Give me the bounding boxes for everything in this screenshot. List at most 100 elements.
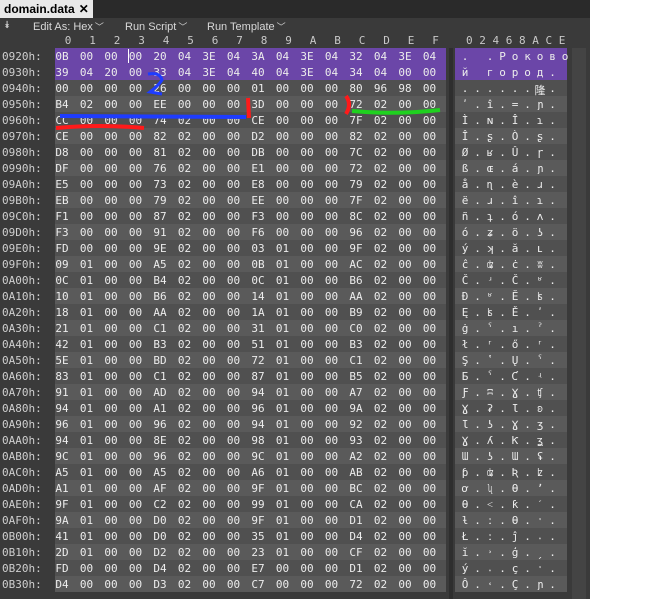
ascii-char[interactable]: . [472, 354, 484, 367]
ascii-char[interactable]: . [484, 50, 496, 63]
hex-byte[interactable]: 00 [298, 450, 316, 463]
hex-byte[interactable]: 00 [225, 322, 243, 335]
hex-byte[interactable]: 00 [274, 162, 292, 175]
ascii-char[interactable]: î [509, 194, 521, 207]
ascii-char[interactable]: ċ [509, 258, 521, 271]
ascii-char[interactable]: . [547, 546, 559, 559]
hex-byte[interactable]: C1 [151, 370, 169, 383]
ascii-char[interactable]: . [522, 98, 534, 111]
hex-byte[interactable]: 00 [200, 274, 218, 287]
ascii-char[interactable]: ʼ [534, 482, 546, 495]
ascii-char[interactable]: . [497, 418, 509, 431]
hex-bytes[interactable]: A1 01 00 00 AF 02 00 00 9F 01 00 00 BC 02 00 00 [55, 480, 446, 496]
ascii-char[interactable]: ˓ [484, 578, 496, 591]
hex-byte[interactable]: BD [151, 354, 169, 367]
ascii-char[interactable]: ʹ [534, 306, 546, 319]
ascii-char[interactable]: . [472, 418, 484, 431]
hex-byte[interactable]: 00 [102, 50, 120, 63]
hex-byte[interactable]: 02 [176, 482, 194, 495]
hex-byte[interactable]: 02 [372, 418, 390, 431]
ascii-char[interactable]: = [509, 98, 521, 111]
hex-byte[interactable]: 00 [225, 514, 243, 527]
run-template-menu[interactable]: Run Template ﹀ [207, 20, 286, 33]
ascii-char[interactable]: . [522, 530, 534, 543]
hex-byte[interactable]: 01 [274, 530, 292, 543]
ascii-char[interactable]: . [472, 498, 484, 511]
hex-byte[interactable]: 04 [176, 66, 194, 79]
hex-bytes[interactable]: F3 00 00 00 91 02 00 00 F6 00 00 00 96 02 00 00 [55, 224, 446, 240]
hex-byte[interactable]: 00 [396, 450, 414, 463]
hex-byte[interactable]: 01 [78, 546, 96, 559]
ascii-char[interactable]: . [497, 258, 509, 271]
hex-byte[interactable]: 00 [323, 338, 341, 351]
ascii-char[interactable]: Ɯ [459, 450, 471, 463]
hex-bytes[interactable]: 42 01 00 00 B3 02 00 00 51 01 00 00 B3 02 00 00 [55, 336, 446, 352]
pane-splitter[interactable] [449, 48, 453, 599]
hex-byte[interactable]: 02 [176, 210, 194, 223]
ascii-char[interactable]: к [522, 50, 534, 63]
hex-byte[interactable]: 00 [102, 386, 120, 399]
hex-byte[interactable]: A1 [53, 482, 71, 495]
ascii-char[interactable]: ł [459, 338, 471, 351]
hex-byte[interactable]: 02 [176, 562, 194, 575]
hex-byte[interactable]: 21 [53, 322, 71, 335]
hex-byte[interactable]: 01 [274, 402, 292, 415]
ascii-char[interactable]: ˁ [534, 354, 546, 367]
ascii-text[interactable]: Ş.ʽ.Ų.ˁ. [455, 352, 567, 368]
hex-byte[interactable]: 00 [53, 82, 71, 95]
hex-byte[interactable]: 2D [53, 546, 71, 559]
hex-row[interactable]: 0AE0h: 9F 01 00 00 C2 02 00 00 99 01 00 00 CA 02 00 00 Ɵ.… [0, 496, 590, 512]
hex-row[interactable]: 0A20h: 18 01 00 00 AA 02 00 00 1A 01 00 00 B9 02 00 00 Ę.… [0, 304, 590, 320]
ascii-char[interactable]: ʪ [534, 290, 546, 303]
hex-byte[interactable]: 00 [323, 498, 341, 511]
hex-byte[interactable]: 00 [127, 514, 145, 527]
hex-byte[interactable]: 00 [200, 226, 218, 239]
ascii-char[interactable]: Đ [459, 290, 471, 303]
hex-byte[interactable]: 34 [347, 66, 365, 79]
hex-bytes[interactable]: DF 00 00 00 76 02 00 00 E1 00 00 00 72 02 00 00 [55, 160, 446, 176]
hex-byte[interactable]: 00 [102, 434, 120, 447]
hex-byte[interactable]: 00 [225, 354, 243, 367]
hex-row[interactable]: 0A10h: 10 01 00 00 B6 02 00 00 14 01 00 00 AA 02 00 00 Đ.… [0, 288, 590, 304]
hex-byte[interactable]: 00 [78, 162, 96, 175]
hex-byte[interactable]: 00 [323, 82, 341, 95]
hex-byte[interactable]: 03 [249, 242, 267, 255]
hex-byte[interactable]: 9F [249, 514, 267, 527]
hex-bytes[interactable]: 96 01 00 00 96 02 00 00 94 01 00 00 92 02 00 00 [55, 416, 446, 432]
ascii-text[interactable]: ñ.ʇ.ó.ʌ. [455, 208, 567, 224]
hex-bytes[interactable]: 9C 01 00 00 96 02 00 00 9C 01 00 00 A2 02 00 00 [55, 448, 446, 464]
hex-byte[interactable]: 00 [200, 338, 218, 351]
hex-byte[interactable]: 01 [78, 290, 96, 303]
hex-byte[interactable]: 00 [200, 146, 218, 159]
hex-byte[interactable]: 01 [78, 306, 96, 319]
hex-byte[interactable]: 00 [78, 146, 96, 159]
ascii-char[interactable]: ʳ [484, 338, 496, 351]
ascii-char[interactable]: Ɣ [459, 434, 471, 447]
hex-byte[interactable]: 00 [274, 210, 292, 223]
hex-byte[interactable]: 00 [396, 578, 414, 591]
hex-byte[interactable]: 00 [421, 258, 439, 271]
hex-byte[interactable]: 96 [151, 450, 169, 463]
hex-byte[interactable]: 00 [200, 370, 218, 383]
ascii-char[interactable]: ʖ [484, 450, 496, 463]
hex-byte[interactable]: B4 [151, 274, 169, 287]
hex-byte[interactable]: 04 [372, 50, 390, 63]
ascii-char[interactable]: . [522, 274, 534, 287]
hex-byte[interactable]: 00 [421, 242, 439, 255]
ascii-char[interactable]: . [547, 274, 559, 287]
hex-byte[interactable]: 01 [78, 274, 96, 287]
hex-byte[interactable]: D0 [151, 514, 169, 527]
hex-byte[interactable]: 18 [53, 306, 71, 319]
hex-byte[interactable]: 02 [176, 514, 194, 527]
ascii-char[interactable]: . [497, 210, 509, 223]
hex-byte[interactable]: 00 [323, 466, 341, 479]
hex-row[interactable]: 0940h: 00 00 00 00 26 00 00 00 01 00 00 00 80 96 98 00..… [0, 80, 590, 97]
ascii-char[interactable]: . [522, 290, 534, 303]
hex-byte[interactable]: 00 [200, 402, 218, 415]
hex-byte[interactable]: 00 [225, 530, 243, 543]
ascii-char[interactable]: . [472, 130, 484, 143]
hex-row[interactable]: 0B10h: 2D 01 00 00 D2 02 00 00 23 01 00 00 CF 02 00 00 ĭ.… [0, 544, 590, 560]
ascii-char[interactable]: . [522, 562, 534, 575]
ascii-char[interactable]: ó [459, 226, 471, 239]
hex-byte[interactable]: 00 [200, 98, 218, 111]
